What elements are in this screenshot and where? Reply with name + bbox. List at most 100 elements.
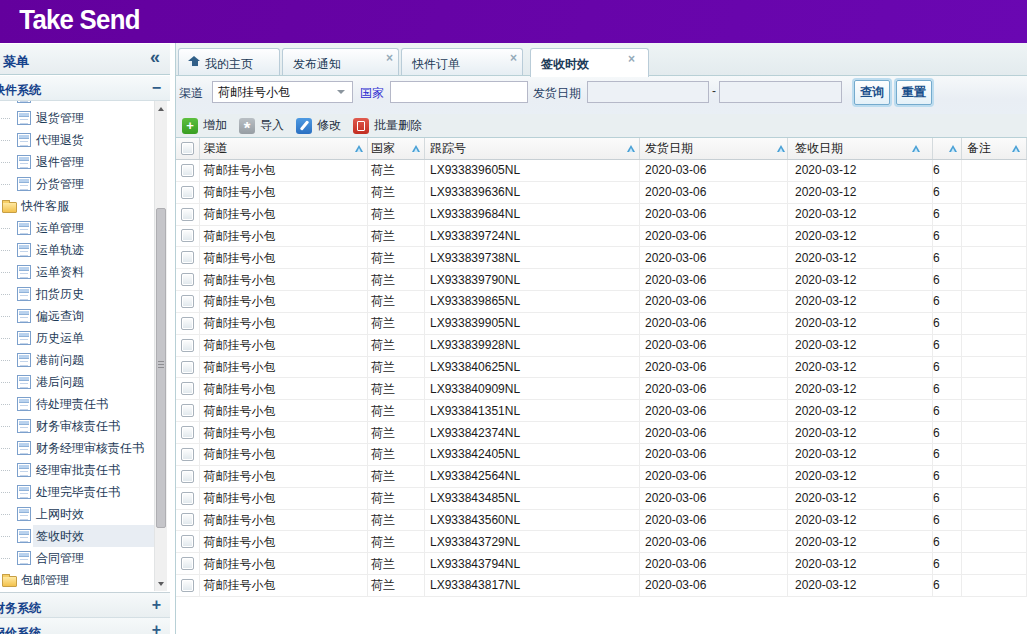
expand-finance-icon[interactable]: + [152,596,161,614]
date-to-input[interactable] [719,81,842,103]
column-header-7[interactable]: 备注 [962,138,1027,159]
table-row[interactable]: 荷邮挂号小包荷兰LX933839905NL2020-03-062020-03-1… [176,313,1027,335]
toolbar-import-button[interactable]: * 导入 [233,115,290,136]
row-checkbox[interactable] [176,357,200,378]
country-input[interactable] [390,81,528,103]
scroll-down-button[interactable] [155,576,167,590]
tab-publish-notice[interactable]: 发布通知 × [282,48,399,75]
tree-item[interactable]: 运单轨迹 [0,239,154,261]
tree-item[interactable]: 扣货历史 [0,283,154,305]
sidebar-section-express[interactable]: 快件系统 − [0,76,170,101]
table-row[interactable]: 荷邮挂号小包荷兰LX933839684NL2020-03-062020-03-1… [176,204,1027,226]
tree-item[interactable]: 港后问题 [0,371,154,393]
table-row[interactable]: 荷邮挂号小包荷兰LX933843817NL2020-03-062020-03-1… [176,575,1027,597]
table-row[interactable]: 荷邮挂号小包荷兰LX933843729NL2020-03-062020-03-1… [176,531,1027,553]
tree-item[interactable]: 运单资料 [0,261,154,283]
tree-item[interactable]: 运单管理 [0,217,154,239]
expand-quote-icon[interactable]: + [152,621,161,634]
table-row[interactable]: 荷邮挂号小包荷兰LX933843560NL2020-03-062020-03-1… [176,510,1027,532]
table-row[interactable]: 荷邮挂号小包荷兰LX933839636NL2020-03-062020-03-1… [176,182,1027,204]
table-row[interactable]: 荷邮挂号小包荷兰LX933843485NL2020-03-062020-03-1… [176,488,1027,510]
scroll-up-button[interactable] [155,102,167,116]
tab-close-icon[interactable]: × [628,52,635,66]
row-checkbox[interactable] [176,510,200,531]
row-checkbox[interactable] [176,291,200,312]
tree-item[interactable]: 代理退货 [0,129,154,151]
tab-express-order[interactable]: 快件订单 × [401,48,523,75]
sidebar-collapse-icon[interactable]: « [150,47,160,68]
column-header-4[interactable]: 发货日期 [640,138,788,159]
tab-sign-time[interactable]: 签收时效 × [530,48,649,77]
tree-elbow-icon [1,360,10,361]
column-header-5[interactable]: 签收日期 [788,138,933,159]
select-all-checkbox[interactable] [176,138,200,159]
tree-folder-item[interactable]: 包邮管理 [0,569,154,591]
search-button[interactable]: 查询 [854,80,890,105]
row-checkbox[interactable] [176,335,200,356]
column-header-6[interactable] [933,138,962,159]
tree-item[interactable]: 合同管理 [0,547,154,569]
row-checkbox[interactable] [176,204,200,225]
scrollbar-thumb[interactable] [156,208,166,528]
row-checkbox[interactable] [176,378,200,399]
row-checkbox[interactable] [176,444,200,465]
row-checkbox[interactable] [176,422,200,443]
tab-close-icon[interactable]: × [386,51,393,65]
table-row[interactable]: 荷邮挂号小包荷兰LX933840625NL2020-03-062020-03-1… [176,357,1027,379]
sidebar-scrollbar[interactable] [154,101,167,591]
sidebar-section-finance[interactable]: 财务系统 + [0,592,170,618]
column-header-1[interactable]: 渠道 [200,138,369,159]
row-checkbox[interactable] [176,182,200,203]
tree-item[interactable]: 退件管理 [0,151,154,173]
table-row[interactable]: 荷邮挂号小包荷兰LX933841351NL2020-03-062020-03-1… [176,400,1027,422]
tree-item[interactable]: 退货管理 [0,107,154,129]
collapse-section-icon[interactable]: − [152,79,161,97]
tree-folder-item[interactable]: 快件客服 [0,195,154,217]
table-row[interactable]: 荷邮挂号小包荷兰LX933843794NL2020-03-062020-03-1… [176,553,1027,575]
table-row[interactable]: 荷邮挂号小包荷兰LX933839738NL2020-03-062020-03-1… [176,247,1027,269]
table-row[interactable]: 荷邮挂号小包荷兰LX933842405NL2020-03-062020-03-1… [176,444,1027,466]
row-checkbox[interactable] [176,488,200,509]
tree-item[interactable]: 港前问题 [0,349,154,371]
table-row[interactable]: 荷邮挂号小包荷兰LX933842564NL2020-03-062020-03-1… [176,466,1027,488]
tab-close-icon[interactable]: × [510,51,517,65]
tree-item[interactable]: 待处理责任书 [0,393,154,415]
table-row[interactable]: 荷邮挂号小包荷兰LX933840909NL2020-03-062020-03-1… [176,378,1027,400]
tree-item[interactable]: 处理完毕责任书 [0,481,154,503]
table-row[interactable]: 荷邮挂号小包荷兰LX933839605NL2020-03-062020-03-1… [176,160,1027,182]
row-checkbox[interactable] [176,575,200,596]
date-from-input[interactable] [587,81,709,103]
row-checkbox[interactable] [176,466,200,487]
tree-item[interactable]: 财务经理审核责任书 [0,437,154,459]
table-row[interactable]: 荷邮挂号小包荷兰LX933842374NL2020-03-062020-03-1… [176,422,1027,444]
channel-select[interactable]: 荷邮挂号小包 [212,81,353,103]
table-row[interactable]: 荷邮挂号小包荷兰LX933839928NL2020-03-062020-03-1… [176,335,1027,357]
tree-item[interactable]: 历史运单 [0,327,154,349]
toolbar-edit-button[interactable]: 修改 [290,115,347,136]
reset-button[interactable]: 重置 [896,80,932,105]
column-header-3[interactable]: 跟踪号 [425,138,640,159]
column-header-2[interactable]: 国家 [368,138,425,159]
toolbar-add-button[interactable]: + 增加 [176,115,233,136]
tree-item-selected[interactable]: 签收时效 [0,525,154,547]
row-checkbox[interactable] [176,553,200,574]
sidebar-section-quote[interactable]: 报价系统 + [0,618,170,634]
tab-my-home[interactable]: ⌂ 我的主页 [178,48,280,75]
row-checkbox[interactable] [176,247,200,268]
tree-item[interactable]: 上网时效 [0,503,154,525]
table-row[interactable]: 荷邮挂号小包荷兰LX933839790NL2020-03-062020-03-1… [176,269,1027,291]
row-checkbox[interactable] [176,160,200,181]
table-row[interactable]: 荷邮挂号小包荷兰LX933839865NL2020-03-062020-03-1… [176,291,1027,313]
row-checkbox[interactable] [176,269,200,290]
table-row[interactable]: 荷邮挂号小包荷兰LX933839724NL2020-03-062020-03-1… [176,226,1027,248]
tree-item[interactable]: 分货管理 [0,173,154,195]
tree-item[interactable]: 偏远查询 [0,305,154,327]
toolbar-button-label: 修改 [317,117,341,134]
tree-item[interactable]: 经理审批责任书 [0,459,154,481]
tree-item[interactable]: 财务审核责任书 [0,415,154,437]
row-checkbox[interactable] [176,400,200,421]
toolbar-batch-delete-button[interactable]: 批量删除 [347,115,428,136]
row-checkbox[interactable] [176,313,200,334]
row-checkbox[interactable] [176,531,200,552]
row-checkbox[interactable] [176,226,200,247]
